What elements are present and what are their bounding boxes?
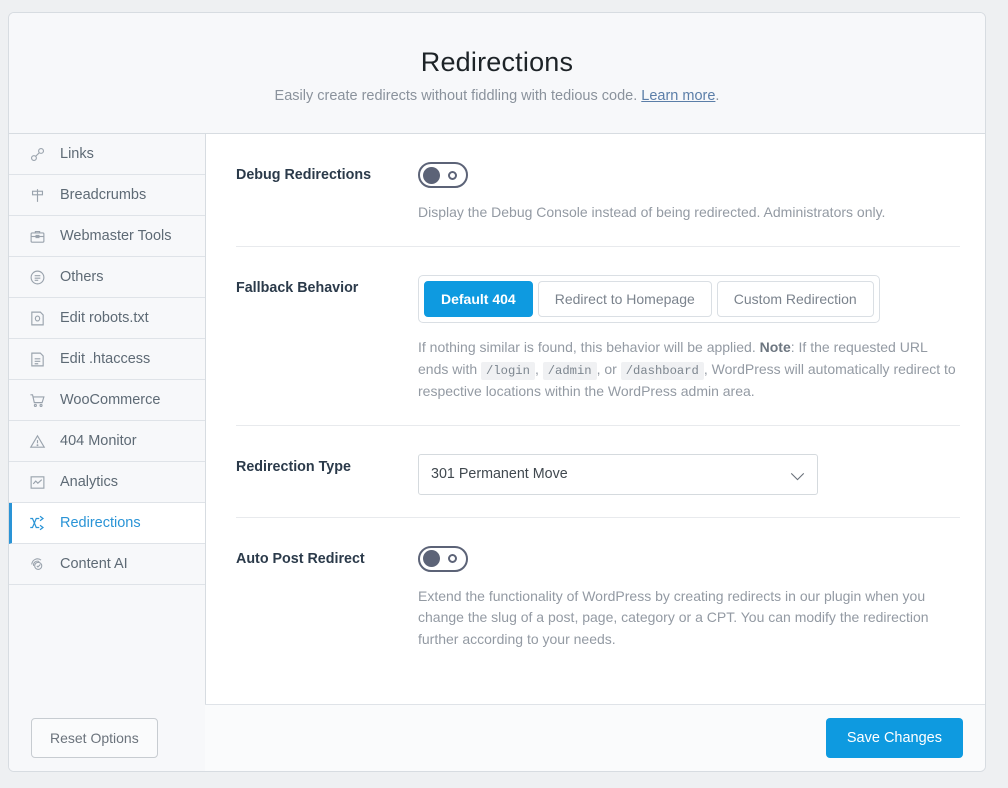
panel-header: Redirections Easily create redirects wit… <box>9 13 985 134</box>
field-control: Display the Debug Console instead of bei… <box>418 162 960 224</box>
sidebar-item-redirections[interactable]: Redirections <box>9 503 205 544</box>
fingerprint-icon <box>27 554 47 574</box>
shuffle-icon <box>27 513 47 533</box>
redirections-settings-panel: Redirections Easily create redirects wit… <box>8 12 986 772</box>
fallback-option-custom-redirection[interactable]: Custom Redirection <box>716 280 874 317</box>
cart-icon <box>27 390 47 410</box>
redirection-type-select[interactable]: 301 Permanent Move <box>418 453 818 495</box>
warning-triangle-icon <box>27 431 47 451</box>
sidebar-item-others[interactable]: Others <box>9 257 205 298</box>
field-control: 301 Permanent Move <box>418 453 960 495</box>
field-label: Fallback Behavior <box>236 279 359 296</box>
sidebar-item-content-ai[interactable]: Content AI <box>9 544 205 585</box>
fallback-behavior-button-group: Default 404 Redirect to Homepage Custom … <box>418 274 880 323</box>
sidebar-item-label: 404 Monitor <box>60 433 137 449</box>
sidebar-item-label: Analytics <box>60 474 119 490</box>
subtitle-text-after: . <box>715 88 720 104</box>
link-icon <box>27 144 47 164</box>
signpost-icon <box>27 185 47 205</box>
subtitle-text-before: Easily create redirects without fiddling… <box>274 88 642 104</box>
fallback-option-default-404[interactable]: Default 404 <box>424 280 533 317</box>
toggle-off-dot <box>448 170 457 180</box>
fallback-option-redirect-to-homepage[interactable]: Redirect to Homepage <box>537 280 712 317</box>
help-sep-1: , <box>534 360 543 377</box>
circle-list-icon <box>27 267 47 287</box>
sidebar-item-analytics[interactable]: Analytics <box>9 462 205 503</box>
robots-file-icon <box>27 308 47 328</box>
field-redirection-type: Redirection Type 301 Permanent Move <box>236 426 960 518</box>
field-help-text: Display the Debug Console instead of bei… <box>418 204 886 220</box>
field-help-text: Extend the functionality of WordPress by… <box>418 587 929 648</box>
field-label: Debug Redirections <box>236 167 372 183</box>
field-auto-post-redirect: Auto Post Redirect Extend the functional… <box>236 518 960 673</box>
sidebar-item-label: Redirections <box>60 515 141 531</box>
sidebar-item-label: Edit .htaccess <box>60 351 151 367</box>
debug-redirections-toggle[interactable] <box>418 162 468 188</box>
sidebar-item-label: Links <box>60 146 94 162</box>
save-changes-button[interactable]: Save Changes <box>825 718 963 758</box>
help-sep-2: , or <box>596 360 621 377</box>
auto-post-redirect-toggle[interactable] <box>418 545 468 572</box>
page-subtitle: Easily create redirects without fiddling… <box>9 88 985 104</box>
sidebar-item-label: Webmaster Tools <box>60 228 172 244</box>
help-note-label: Note <box>759 338 791 355</box>
toggle-knob <box>423 550 440 568</box>
sidebar-item-edit-htaccess[interactable]: Edit .htaccess <box>9 339 205 380</box>
sidebar-item-woocommerce[interactable]: WooCommerce <box>9 380 205 421</box>
page-title: Redirections <box>420 47 574 77</box>
briefcase-icon <box>27 226 47 246</box>
sidebar-item-label: Breadcrumbs <box>60 187 147 203</box>
settings-sidebar: Links Breadcrumbs Webmaster Tools Others <box>9 134 206 771</box>
field-label: Auto Post Redirect <box>236 550 365 567</box>
code-dashboard: /dashboard <box>620 361 704 380</box>
redirection-type-select-wrap: 301 Permanent Move <box>418 453 818 495</box>
sidebar-item-webmaster-tools[interactable]: Webmaster Tools <box>9 216 205 257</box>
chart-icon <box>27 472 47 492</box>
sidebar-item-label: WooCommerce <box>60 392 161 408</box>
help-part-1: If nothing similar is found, this behavi… <box>418 338 760 355</box>
field-label: Redirection Type <box>236 458 351 475</box>
sidebar-item-label: Edit robots.txt <box>60 310 149 326</box>
sidebar-item-label: Others <box>60 269 104 285</box>
field-help-text: If nothing similar is found, this behavi… <box>418 337 960 403</box>
field-fallback-behavior: Fallback Behavior Default 404 Redirect t… <box>236 247 960 426</box>
reset-options-button[interactable]: Reset Options <box>31 718 158 758</box>
sidebar-item-breadcrumbs[interactable]: Breadcrumbs <box>9 175 205 216</box>
field-control: Default 404 Redirect to Homepage Custom … <box>418 274 960 403</box>
learn-more-link[interactable]: Learn more <box>641 88 715 104</box>
field-debug-redirections: Debug Redirections Display the Debug Con… <box>236 134 960 247</box>
field-control: Extend the functionality of WordPress by… <box>418 545 960 651</box>
panel-body: Links Breadcrumbs Webmaster Tools Others <box>9 134 985 771</box>
code-admin: /admin <box>542 361 597 380</box>
settings-content: Debug Redirections Display the Debug Con… <box>206 134 985 704</box>
toggle-off-dot <box>448 554 457 564</box>
sidebar-item-edit-robots-txt[interactable]: Edit robots.txt <box>9 298 205 339</box>
sidebar-item-label: Content AI <box>60 556 128 572</box>
toggle-knob <box>423 166 440 184</box>
htaccess-file-icon <box>27 349 47 369</box>
code-login: /login <box>481 361 535 380</box>
sidebar-item-links[interactable]: Links <box>9 134 205 175</box>
sidebar-item-404-monitor[interactable]: 404 Monitor <box>9 421 205 462</box>
